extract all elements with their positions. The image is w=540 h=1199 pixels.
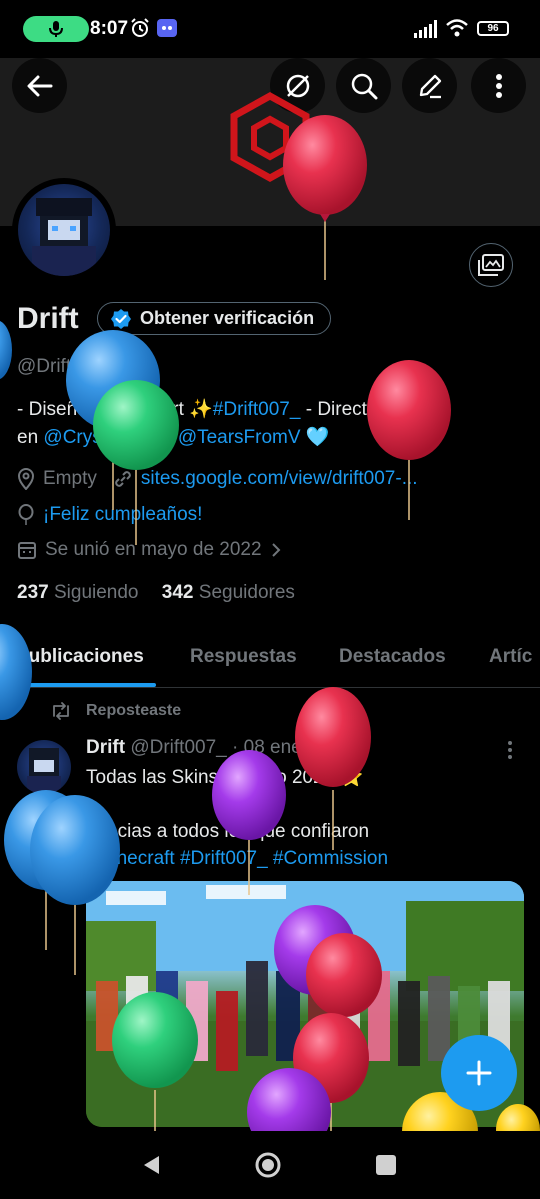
link-icon [115,471,131,487]
edit-profile-button[interactable] [402,58,457,113]
search-icon [351,73,377,99]
mic-active-indicator[interactable] [23,16,89,42]
followers-count: 342 [161,582,194,603]
profile-avatar[interactable] [18,184,110,276]
location-pin-icon [17,468,35,490]
following-count: 237 [17,582,49,603]
get-verified-label: Obtener verificación [140,308,315,328]
bio-text: 🩵 [300,427,330,448]
profile-tabs: Publicaciones Respuestas Destacados Artí… [0,640,540,688]
profile-name: Drift [17,302,79,335]
bio-mention-link[interactable]: @CrystStudio [43,427,161,448]
plus-icon [466,1060,492,1086]
battery-icon: 96 [477,21,509,36]
bio-line-1: - Diseñador Pixelart ✨#Drift007_ - Direc… [17,396,527,424]
post-header: Drift @Drift007_ · 08 ene [86,737,302,759]
media-gallery-icon [478,254,504,276]
followers-label: Seguidores [198,582,295,603]
nav-recents-icon[interactable] [375,1154,397,1176]
joined-row[interactable]: Se unió en mayo de 2022 [17,539,282,561]
wifi-icon [446,19,468,37]
studio-logo [230,92,310,182]
post-line: Gracias a todos los que confiaron [86,821,370,842]
more-options-button[interactable] [471,58,526,113]
repost-indicator: Reposteaste [50,702,181,720]
following-link[interactable]: 237 Siguiendo [17,582,139,603]
post-more-icon[interactable] [506,740,514,760]
post-author-handle[interactable]: @Drift007_ [130,737,226,758]
more-vertical-icon [495,73,502,98]
post-line: Todas las Skins del Año 2025 ⭐ [86,767,364,788]
bio-text: en [17,427,44,448]
balloon [0,320,12,380]
location-text: Empty [43,468,97,489]
bio-text: - [160,427,178,448]
profile-handle: @Drift007_ [17,356,114,377]
tab-replies[interactable]: Respuestas [190,646,297,668]
repost-icon [53,702,69,720]
edit-icon [419,74,441,98]
get-verified-button[interactable]: Obtener verificación [97,302,332,335]
clock: 8:07 [90,18,129,39]
chevron-right-icon [271,543,280,557]
balloon-icon [18,504,34,525]
back-button[interactable] [12,58,67,113]
location-website-row: Empty sites.google.com/view/drift007-... [17,468,418,490]
view-media-button[interactable] [469,243,513,287]
bio-hashtag-link[interactable]: #Drift007_ [213,399,301,420]
bio-text: - Diseñador Pixelart ✨ [17,399,213,420]
follow-stats: 237 Siguiendo 342 Seguidores [17,582,295,604]
discord-icon [157,19,177,37]
bio-text: - Director Auxiliar [300,399,451,420]
mic-icon [49,21,63,37]
back-arrow-icon [27,75,52,96]
followers-link[interactable]: 342 Seguidores [162,582,295,603]
post-author-name[interactable]: Drift [86,737,125,758]
tab-highlights[interactable]: Destacados [339,646,446,668]
post-date: · 08 ene [232,737,302,758]
tab-articles[interactable]: Artíc [489,646,532,668]
post-author-avatar[interactable] [17,740,71,794]
birthday-link[interactable]: ¡Feliz cumpleaños! [43,504,202,526]
verified-badge-icon [111,308,131,329]
joined-text: Se unió en mayo de 2022 [45,539,262,560]
tab-posts[interactable]: Publicaciones [16,646,144,668]
website-link[interactable]: sites.google.com/view/drift007-... [141,468,418,490]
alarm-icon [131,18,149,37]
status-bar: 8:07 96 [0,0,540,58]
calendar-icon [18,542,36,559]
nav-back-icon[interactable] [140,1153,162,1177]
bio-mention-link[interactable]: @TearsFromV [178,427,301,448]
birthday-row: ¡Feliz cumpleaños! [17,504,202,526]
balloon [4,790,88,950]
active-tab-indicator [16,683,156,687]
search-button[interactable] [336,58,391,113]
following-label: Siguiendo [53,582,139,603]
system-nav-bar [0,1131,540,1199]
post-hashtags[interactable]: #Minecraft #Drift007_ #Commission [86,845,526,872]
signal-icon [414,20,437,38]
compose-button[interactable] [441,1035,517,1111]
repost-label: Reposteaste [86,702,182,719]
post-body: Todas las Skins del Año 2025 ⭐ Gracias a… [86,764,526,872]
nav-home-icon[interactable] [254,1151,282,1179]
bio-line-2: en @CrystStudio - @TearsFromV 🩵 [17,424,527,452]
profile-bio: - Diseñador Pixelart ✨#Drift007_ - Direc… [17,396,527,452]
